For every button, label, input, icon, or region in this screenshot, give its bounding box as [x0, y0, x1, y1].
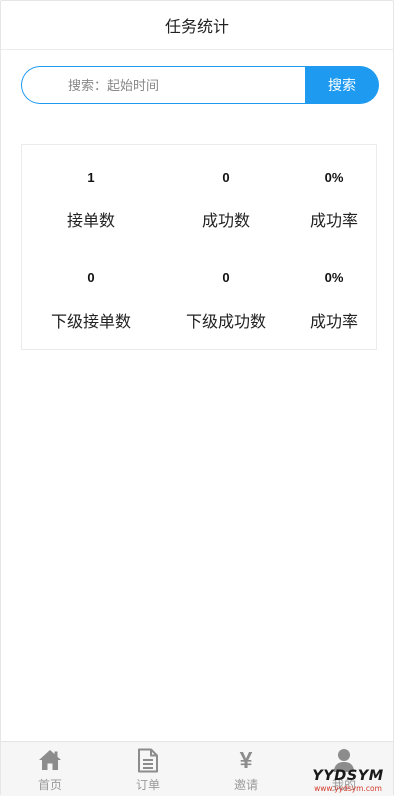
accepted-count-label: 接单数 — [66, 213, 116, 230]
home-icon — [38, 748, 62, 772]
sub-success-count-label: 下级成功数 — [185, 314, 267, 331]
search-button[interactable]: 搜索 — [305, 66, 379, 104]
search-input[interactable] — [21, 66, 305, 104]
tab-profile-label: 我的 — [331, 778, 356, 792]
tab-orders-label: 订单 — [135, 778, 160, 792]
success-rate-label: 成功率 — [309, 213, 359, 230]
app-frame — [0, 0, 394, 796]
page-header: 任务统计 — [1, 1, 393, 50]
user-icon — [332, 748, 356, 772]
accepted-count-value: 1 — [87, 170, 95, 185]
success-count-label: 成功数 — [201, 213, 251, 230]
stats-card: 1 接单数 0 成功数 0% 成功率 0 下级接单数 0 下级成功数 0% 成功… — [21, 144, 377, 350]
success-rate-value: 0% — [324, 170, 344, 185]
sub-success-rate-value: 0% — [324, 270, 344, 285]
sub-success-rate-label: 成功率 — [309, 314, 359, 331]
sub-accepted-count-label: 下级接单数 — [50, 314, 132, 331]
bottom-tab-bar: 首页 订单 ¥ 邀请 我的 — [1, 741, 393, 796]
tab-profile[interactable]: 我的 — [295, 742, 393, 796]
sub-success-count-value: 0 — [222, 270, 230, 285]
tab-orders[interactable]: 订单 — [99, 742, 197, 796]
yen-icon: ¥ — [239, 747, 253, 773]
tab-invite[interactable]: ¥ 邀请 — [197, 742, 295, 796]
page-title: 任务统计 — [164, 19, 229, 36]
search-bar: 搜索 — [21, 66, 379, 104]
document-icon — [136, 748, 160, 772]
success-count-value: 0 — [222, 170, 230, 185]
tab-home-label: 首页 — [37, 778, 62, 792]
tab-home[interactable]: 首页 — [1, 742, 99, 796]
sub-accepted-count-value: 0 — [87, 270, 95, 285]
tab-invite-label: 邀请 — [233, 778, 258, 792]
